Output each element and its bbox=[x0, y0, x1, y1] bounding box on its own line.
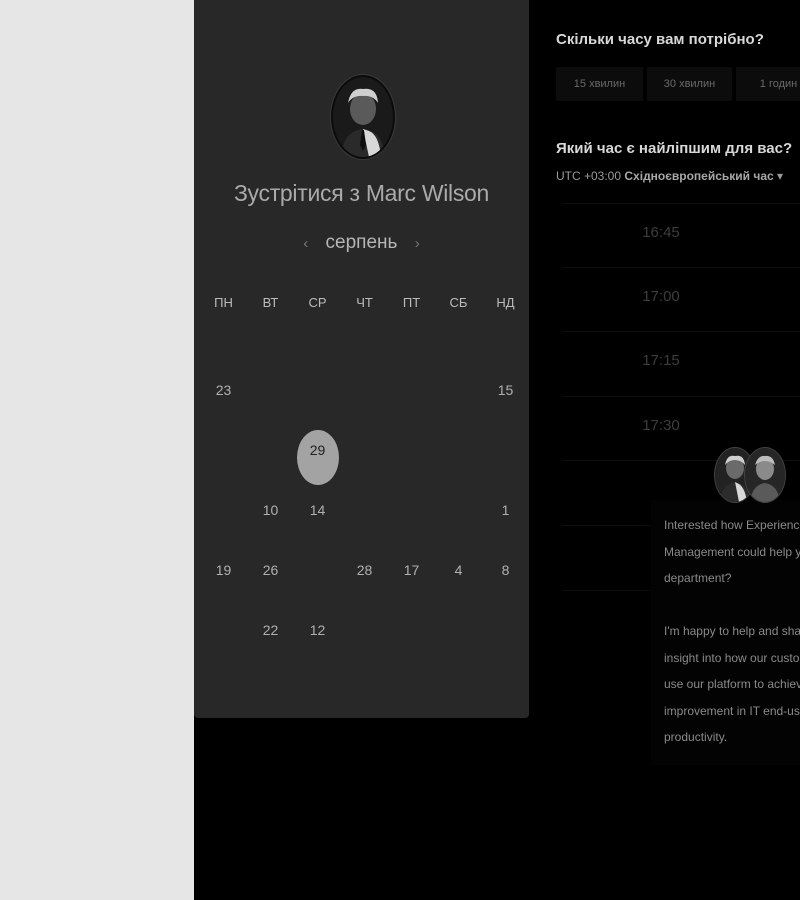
calendar-day[interactable]: 14 bbox=[294, 492, 341, 552]
calendar-day[interactable]: 28 bbox=[341, 552, 388, 612]
calendar-day-selected[interactable]: 29 bbox=[294, 430, 341, 492]
calendar-day[interactable]: 15 bbox=[482, 372, 529, 432]
day-number: 28 bbox=[356, 562, 373, 578]
calendar-day[interactable]: 1 bbox=[482, 492, 529, 552]
day-number: 22 bbox=[262, 622, 279, 638]
weekday-header: ПН ВТ СР ЧТ ПТ СБ НД bbox=[200, 295, 528, 310]
day-number: 12 bbox=[309, 622, 326, 638]
calendar-day bbox=[388, 432, 435, 492]
calendar-day bbox=[435, 492, 482, 552]
calendar-day[interactable]: 22 bbox=[247, 612, 294, 672]
day-number: 26 bbox=[262, 562, 279, 578]
day-number: 29 bbox=[309, 442, 326, 458]
calendar-day[interactable]: 17 bbox=[388, 552, 435, 612]
calendar-day bbox=[294, 372, 341, 432]
calendar-day bbox=[435, 612, 482, 672]
calendar-day[interactable]: 12 bbox=[294, 612, 341, 672]
chat-popup[interactable]: Interested how Experience Management cou… bbox=[651, 500, 800, 765]
weekday-label: ПН bbox=[214, 295, 233, 310]
duration-15-button[interactable]: 15 хвилин bbox=[556, 67, 643, 101]
calendar-day bbox=[294, 552, 341, 612]
weekday-label: СБ bbox=[449, 295, 468, 310]
calendar-day bbox=[435, 432, 482, 492]
calendar-grid: 23 15 29 10 14 1 19 26 28 17 4 8 22 12 bbox=[200, 312, 528, 672]
timezone-offset: UTC +03:00 bbox=[556, 169, 622, 183]
chat-agent-avatars[interactable] bbox=[714, 447, 790, 503]
calendar-day bbox=[388, 492, 435, 552]
duration-60-button[interactable]: 1 годин bbox=[736, 67, 800, 101]
title-prefix: Зустрітися з bbox=[233, 180, 360, 206]
weekday-label: СР bbox=[308, 295, 327, 310]
calendar-day bbox=[294, 312, 341, 372]
calendar-day bbox=[482, 432, 529, 492]
calendar-day[interactable]: 8 bbox=[482, 552, 529, 612]
duration-options: 15 хвилин 30 хвилин 1 годин bbox=[556, 67, 800, 101]
meeting-title: Зустрітися з Marc Wilson bbox=[194, 180, 529, 207]
day-number: 19 bbox=[215, 562, 232, 578]
time-slot[interactable]: 17:15 bbox=[562, 331, 800, 389]
calendar-day bbox=[388, 612, 435, 672]
day-number: 15 bbox=[497, 382, 514, 398]
day-number: 10 bbox=[262, 502, 279, 518]
calendar-day bbox=[341, 312, 388, 372]
day-number: 14 bbox=[309, 502, 326, 518]
calendar-day bbox=[482, 312, 529, 372]
calendar-day bbox=[388, 372, 435, 432]
calendar-day bbox=[200, 492, 247, 552]
day-number: 23 bbox=[215, 382, 232, 398]
chevron-down-icon: ▾ bbox=[777, 169, 784, 183]
calendar-day bbox=[341, 612, 388, 672]
calendar-day bbox=[388, 312, 435, 372]
calendar-day bbox=[435, 312, 482, 372]
time-question: Який час є найліпшим для вас? bbox=[556, 140, 793, 157]
weekday-label: ВТ bbox=[262, 295, 279, 310]
calendar-day bbox=[341, 432, 388, 492]
prev-month-button[interactable]: ‹ bbox=[291, 235, 320, 252]
timezone-selector[interactable]: UTC +03:00 Східноєвропейський час ▾ bbox=[556, 169, 783, 183]
weekday-label: ПТ bbox=[402, 295, 421, 310]
duration-question: Скільки часу вам потрібно? bbox=[556, 31, 764, 48]
host-name: Marc Wilson bbox=[365, 180, 490, 206]
weekday-label: НД bbox=[496, 295, 515, 310]
calendar-day[interactable]: 23 bbox=[200, 372, 247, 432]
calendar-day bbox=[200, 612, 247, 672]
calendar-day[interactable]: 19 bbox=[200, 552, 247, 612]
time-slot[interactable]: 17:30 bbox=[562, 396, 800, 454]
calendar-day[interactable]: 26 bbox=[247, 552, 294, 612]
month-label: серпень bbox=[325, 232, 398, 253]
calendar-day[interactable]: 4 bbox=[435, 552, 482, 612]
calendar-day bbox=[341, 492, 388, 552]
booking-widget: Зустрітися з Marc Wilson ‹ серпень › ПН … bbox=[194, 0, 800, 900]
page-gutter bbox=[0, 0, 194, 900]
day-number: 8 bbox=[501, 562, 510, 578]
calendar-day bbox=[200, 312, 247, 372]
month-navigator: ‹ серпень › bbox=[194, 232, 529, 254]
next-month-button[interactable]: › bbox=[403, 235, 432, 252]
calendar-day bbox=[435, 372, 482, 432]
host-avatar bbox=[331, 75, 395, 159]
day-number: 4 bbox=[454, 562, 463, 578]
time-slot[interactable]: 17:00 bbox=[562, 267, 800, 325]
chat-message: Interested how Experience Management cou… bbox=[664, 518, 800, 744]
calendar-day bbox=[247, 432, 294, 492]
duration-30-button[interactable]: 30 хвилин bbox=[647, 67, 732, 101]
calendar-panel: Зустрітися з Marc Wilson ‹ серпень › ПН … bbox=[194, 0, 529, 718]
calendar-day[interactable]: 10 bbox=[247, 492, 294, 552]
calendar-day bbox=[200, 432, 247, 492]
time-slot[interactable]: 16:45 bbox=[562, 203, 800, 261]
calendar-day bbox=[341, 372, 388, 432]
day-number: 17 bbox=[403, 562, 420, 578]
weekday-label: ЧТ bbox=[356, 295, 373, 310]
calendar-day bbox=[247, 372, 294, 432]
agent-avatar bbox=[744, 447, 786, 503]
timezone-name: Східноєвропейський час bbox=[624, 169, 774, 183]
calendar-day bbox=[247, 312, 294, 372]
calendar-day bbox=[482, 612, 529, 672]
day-number: 1 bbox=[501, 502, 510, 518]
